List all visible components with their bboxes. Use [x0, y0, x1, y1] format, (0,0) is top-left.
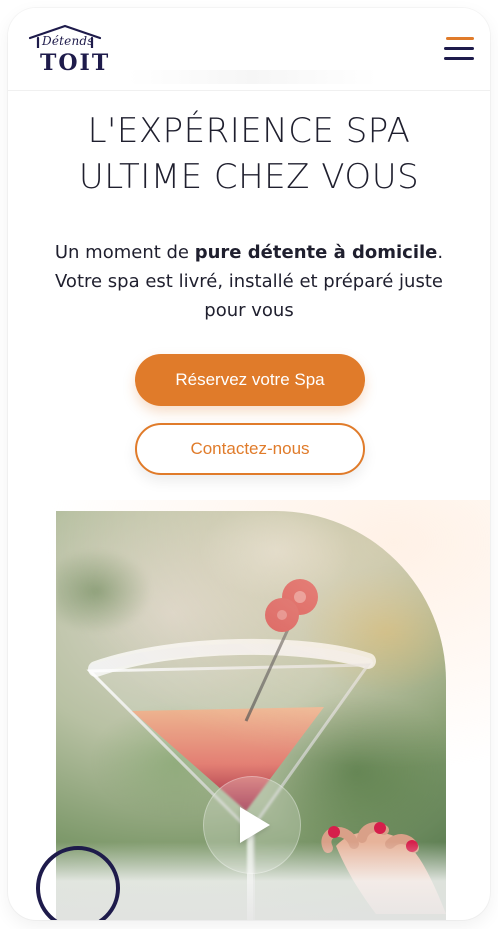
reserve-spa-button[interactable]: Réservez votre Spa	[135, 354, 365, 406]
top-header: Détends TOIT	[8, 8, 490, 91]
subtitle-prefix: Un moment de	[54, 242, 195, 263]
contact-button[interactable]: Contactez-nous	[135, 423, 365, 475]
hamburger-line-bottom	[444, 56, 474, 60]
brand-script: Détends	[42, 34, 94, 48]
brand-logo[interactable]: Détends TOIT	[28, 24, 108, 80]
subtitle-bold: pure détente à domicile	[194, 242, 438, 263]
chat-bubble-icon[interactable]	[36, 846, 120, 920]
hero-video[interactable]	[56, 511, 446, 920]
title-line-2: ULTIME CHEZ VOUS	[78, 157, 420, 197]
phone-frame: Détends TOIT L'EXPÉRIENCE SPA ULTIME CHE…	[8, 8, 490, 920]
hamburger-line-top	[446, 36, 474, 40]
hero-section: L'EXPÉRIENCE SPA ULTIME CHEZ VOUS Un mom…	[8, 108, 490, 325]
play-icon	[240, 807, 270, 843]
brand-main: TOIT	[40, 50, 111, 76]
subtitle-suffix: .	[437, 242, 444, 263]
subtitle-line-2: Votre spa est livré, installé et préparé…	[55, 271, 443, 292]
page-subtitle: Un moment de pure détente à domicile. Vo…	[8, 238, 490, 325]
play-button[interactable]	[203, 776, 301, 874]
hamburger-line-middle	[444, 46, 474, 50]
title-line-1: L'EXPÉRIENCE SPA	[87, 111, 411, 151]
header-fade	[128, 70, 378, 84]
page-title: L'EXPÉRIENCE SPA ULTIME CHEZ VOUS	[8, 108, 490, 200]
subtitle-line-3: pour vous	[204, 300, 294, 321]
menu-button[interactable]	[432, 28, 474, 68]
